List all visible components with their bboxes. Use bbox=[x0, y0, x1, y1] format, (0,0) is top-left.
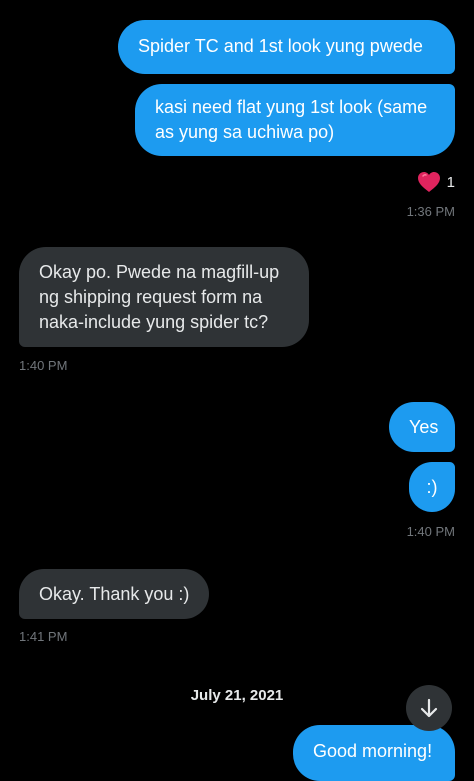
message-sent-4[interactable]: :) bbox=[409, 462, 455, 512]
reaction-count: 1 bbox=[446, 173, 455, 191]
message-text-line-1: Okay po. Pwede na magfill-up bbox=[39, 262, 280, 282]
arrow-down-icon bbox=[420, 698, 438, 718]
message-text-line-1: kasi need flat yung 1st look (same bbox=[155, 97, 428, 117]
message-sent-3[interactable]: Yes bbox=[389, 402, 455, 452]
message-text: Good morning! bbox=[313, 741, 433, 761]
message-text: Yes bbox=[409, 417, 439, 437]
timestamp: 1:41 PM bbox=[19, 629, 68, 644]
scroll-to-bottom-button[interactable] bbox=[406, 685, 452, 731]
message-text: Okay. Thank you :) bbox=[39, 584, 190, 604]
message-sent-2[interactable]: kasi need flat yung 1st look (same as yu… bbox=[135, 84, 455, 156]
heart-icon bbox=[417, 172, 440, 192]
message-sent-1[interactable]: Spider TC and 1st look yung pwede bbox=[118, 20, 455, 74]
message-text: :) bbox=[426, 477, 438, 497]
message-text-line-2: as yung sa uchiwa po) bbox=[155, 122, 335, 142]
timestamp: 1:40 PM bbox=[406, 524, 455, 539]
message-reaction[interactable]: 1 bbox=[417, 170, 455, 194]
message-received-1[interactable]: Okay po. Pwede na magfill-up ng shipping… bbox=[19, 247, 309, 347]
message-text-line-3: naka-include yung spider tc? bbox=[39, 312, 269, 332]
message-sent-5[interactable]: Good morning! bbox=[293, 725, 455, 781]
message-text-line-2: ng shipping request form na bbox=[39, 287, 263, 307]
message-text: Spider TC and 1st look yung pwede bbox=[138, 36, 423, 56]
timestamp: 1:36 PM bbox=[406, 204, 455, 219]
date-divider: July 21, 2021 bbox=[190, 687, 284, 704]
message-received-2[interactable]: Okay. Thank you :) bbox=[19, 569, 209, 619]
timestamp: 1:40 PM bbox=[19, 358, 68, 373]
